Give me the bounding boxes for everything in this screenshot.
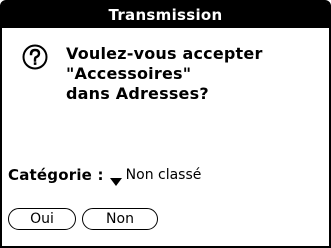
question-icon [22,44,48,70]
message-line-2: "Accessoires" [66,64,192,83]
category-value: Non classé [125,167,202,183]
dialog-message: Voulez-vous accepter "Accessoires" dans … [66,44,321,104]
category-row: Catégorie : Non classé [8,164,201,186]
no-button[interactable]: Non [82,208,158,230]
category-label: Catégorie : [8,166,104,184]
dialog-title: Transmission [2,2,329,28]
transmission-dialog: Transmission Voulez-vous accepter "Acces… [0,0,331,248]
dropdown-arrow-icon [109,171,122,186]
category-picker[interactable]: Non classé [109,167,202,186]
yes-button[interactable]: Oui [8,208,76,230]
message-line-3: dans Adresses? [66,84,209,103]
message-line-1: Voulez-vous accepter [66,44,263,63]
